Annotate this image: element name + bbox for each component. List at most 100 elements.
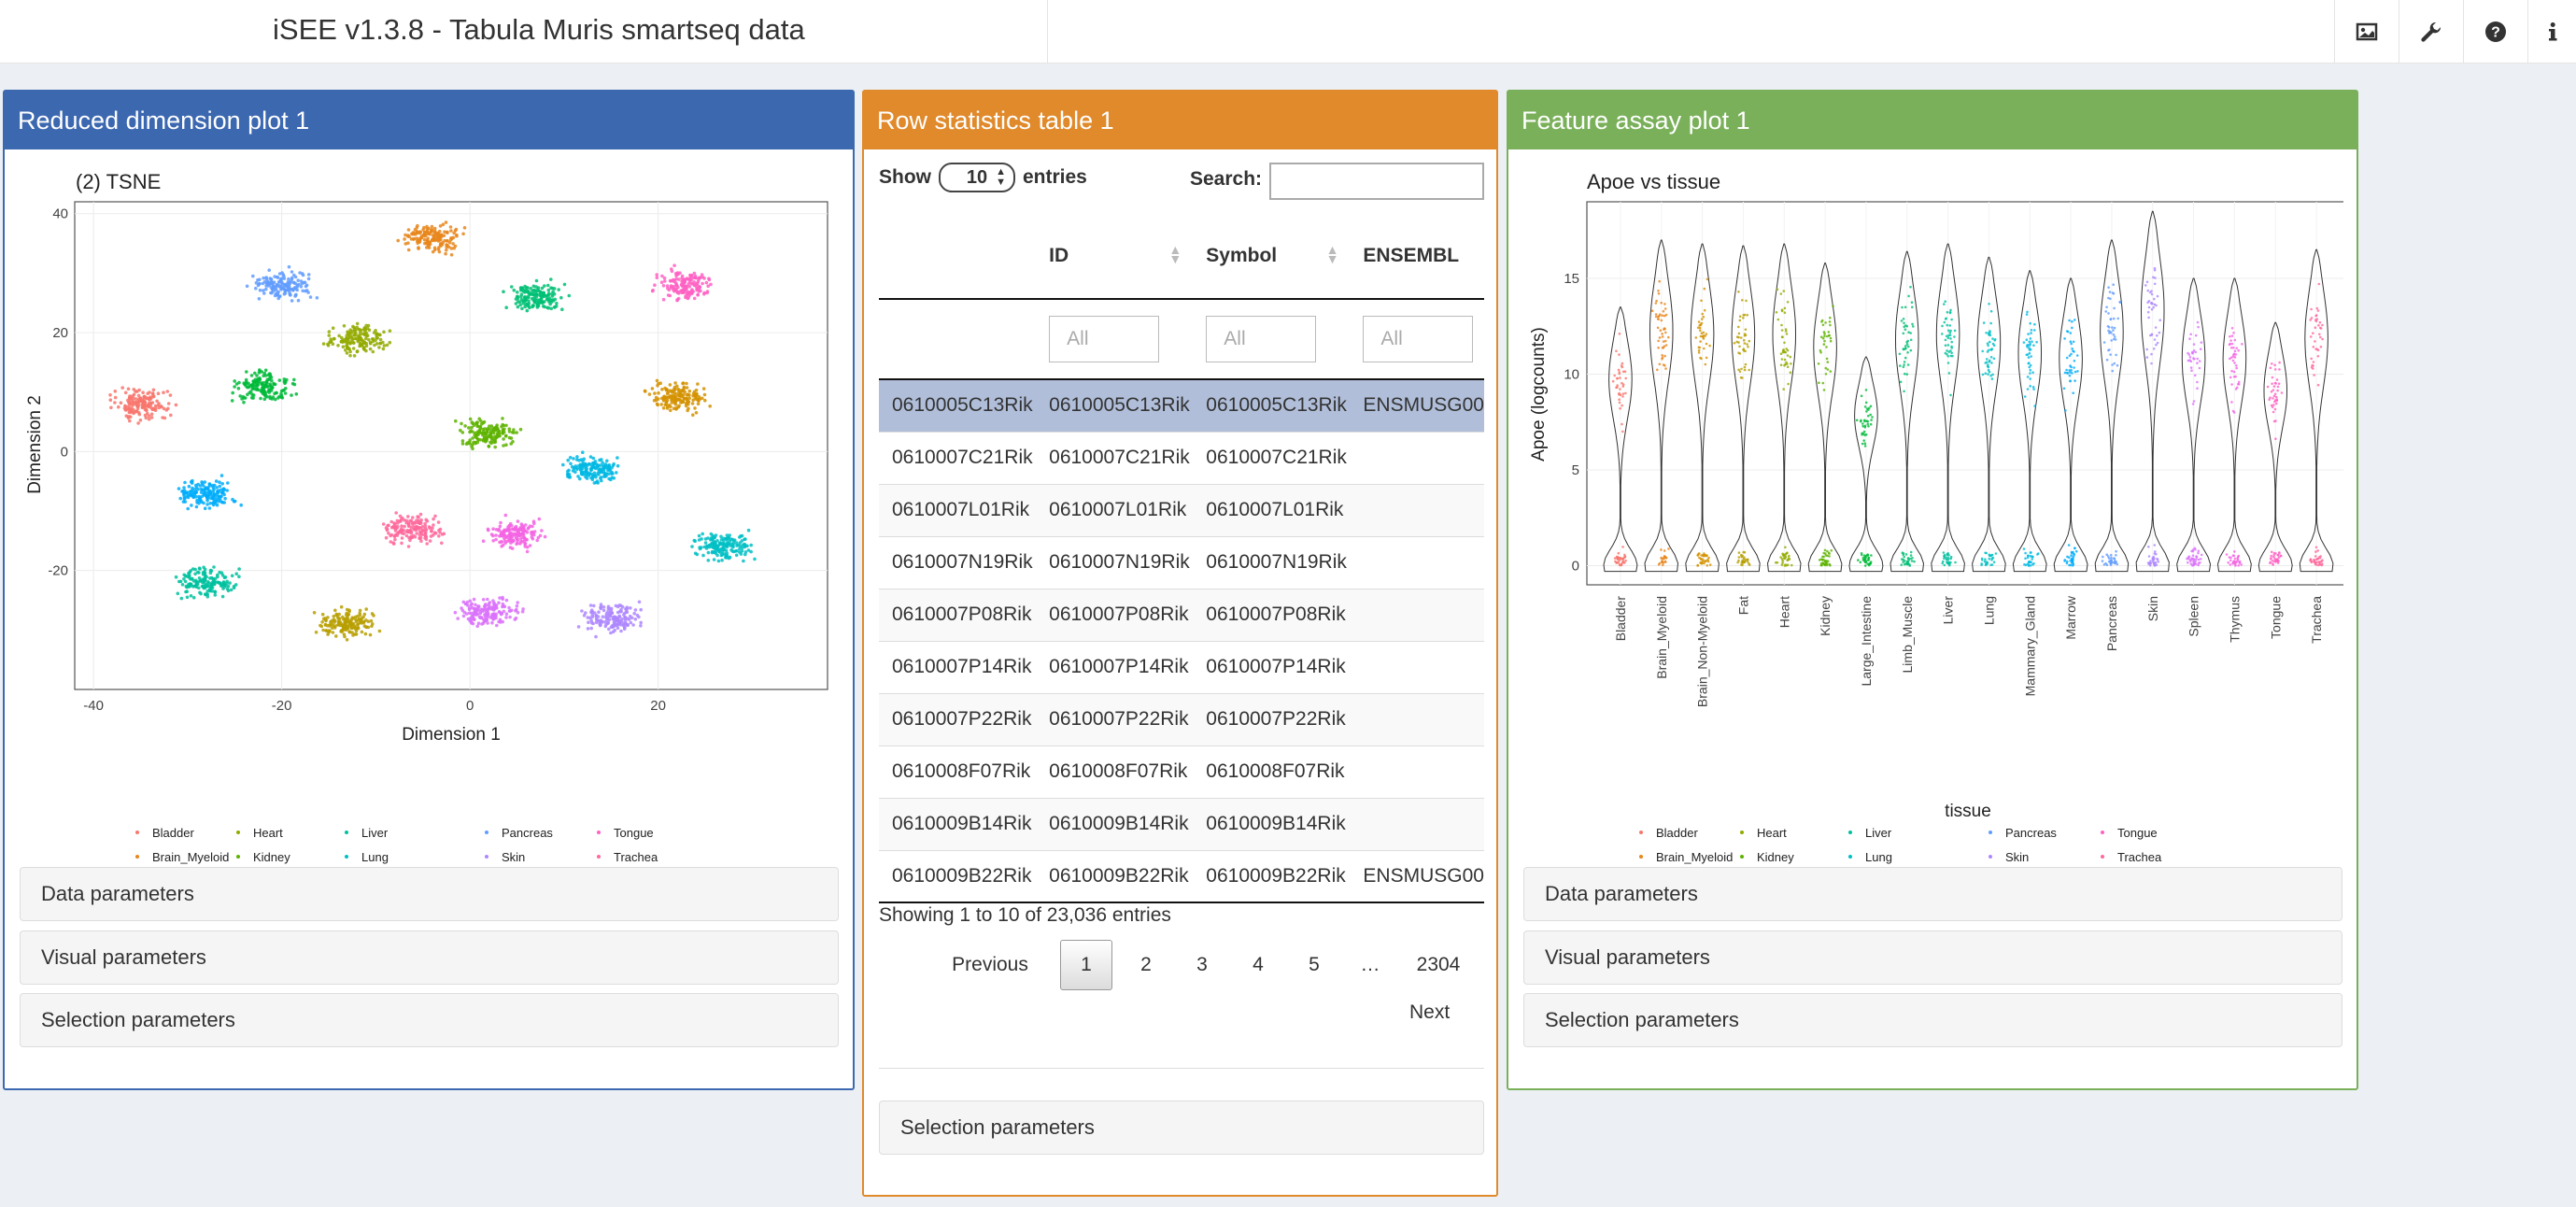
x-tick-label: Limb_Muscle <box>1900 596 1915 674</box>
x-tick-label: Mammary_Gland <box>2022 596 2037 696</box>
legend-label: Skin <box>502 850 525 864</box>
pagination-page-3[interactable]: 3 <box>1176 940 1228 990</box>
filter-input-symbol[interactable]: All <box>1206 316 1317 362</box>
column-header-ensembl[interactable]: ENSEMBL <box>1350 213 1484 299</box>
table-cell: 0610007N19Rik <box>1049 551 1190 573</box>
legend-label: Pancreas <box>2005 826 2057 840</box>
filter-input-id[interactable]: All <box>1049 316 1160 362</box>
question-circle-icon[interactable]: ? <box>2463 0 2526 64</box>
column-header-id[interactable]: ID ▲ ▼ <box>1036 213 1193 299</box>
pagination-page-1[interactable]: 1 <box>1060 940 1112 990</box>
table-row[interactable]: 0610007L01Rik 0610007L01Rik 0610007L01Rik <box>879 484 1484 536</box>
x-tick-label: 20 <box>650 698 666 714</box>
table-cell: 0610008F07Rik <box>1206 760 1345 782</box>
table-cell: 0610007P08Rik <box>1206 604 1346 625</box>
filter-cell-empty <box>879 299 1036 379</box>
legend-label: Tongue <box>614 826 654 840</box>
data-parameters-toggle[interactable]: Data parameters <box>20 867 839 921</box>
x-tick-label: Marrow <box>2063 595 2078 640</box>
table-cell: 0610007P14Rik <box>1206 656 1346 677</box>
pagination-page-2[interactable]: 2 <box>1120 940 1172 990</box>
y-tick-label: 5 <box>1572 462 1579 478</box>
legend-key <box>597 831 601 834</box>
table-row[interactable]: 0610007P08Rik 0610007P08Rik 0610007P08Rik <box>879 589 1484 641</box>
table-cell: 0610009B22Rik <box>1049 864 1189 887</box>
selection-parameters-toggle[interactable]: Selection parameters <box>20 993 839 1047</box>
legend-label: Bladder <box>152 826 194 840</box>
table-row[interactable]: 0610005C13Rik 0610005C13Rik 0610005C13Rik E… <box>879 379 1484 432</box>
pagination-previous[interactable]: Previous <box>948 940 1032 990</box>
table-row[interactable]: 0610007P22Rik 0610007P22Rik 0610007P22Rik <box>879 693 1484 746</box>
table-cell: 0610009B14Rik <box>1206 813 1346 834</box>
selection-parameters-toggle[interactable]: Selection parameters <box>879 1100 1484 1155</box>
visual-parameters-toggle[interactable]: Visual parameters <box>1523 930 2342 985</box>
legend-key <box>135 831 139 834</box>
panel-header: Feature assay plot 1 <box>1508 92 2357 149</box>
panel-title: Row statistics table 1 <box>877 106 1114 135</box>
entries-select[interactable]: 10 ▲ ▼ <box>939 163 1015 192</box>
table-cell: 0610007P22Rik <box>1049 708 1189 730</box>
legend-key <box>1989 831 1992 834</box>
row-name-cell: 0610009B22Rik <box>892 864 1032 887</box>
filter-input-ensembl[interactable]: All <box>1363 316 1474 362</box>
reduced-dimension-panel: Reduced dimension plot 1 (2) TSNE -40 -20… <box>3 90 855 1090</box>
plot-title: Apoe vs tissue <box>1587 170 1720 193</box>
row-name-cell: 0610007N19Rik <box>892 551 1033 573</box>
plot-area <box>74 201 828 690</box>
legend-label: Bladder <box>1656 826 1698 840</box>
filter-cell: All <box>1193 299 1350 379</box>
table-row[interactable]: 0610007C21Rik 0610007C21Rik 0610007C21Rik <box>879 432 1484 484</box>
legend-key <box>345 855 348 859</box>
feature-assay-panel: Feature assay plot 1 Apoe vs tissue 15 10… <box>1507 90 2358 1090</box>
pagination-page-last[interactable]: 2304 <box>1406 940 1471 990</box>
x-tick-label: Thymus <box>2227 596 2242 643</box>
info-icon[interactable] <box>2527 0 2576 64</box>
legend-key <box>236 855 240 859</box>
pagination-page-4[interactable]: 4 <box>1232 940 1284 990</box>
data-parameters-toggle[interactable]: Data parameters <box>1523 867 2342 921</box>
legend-label: Heart <box>1757 826 1787 840</box>
pagination-page-5[interactable]: 5 <box>1288 940 1340 990</box>
x-tick-label: Liver <box>1941 596 1956 625</box>
table-row[interactable]: 0610008F07Rik 0610008F07Rik 0610008F07Rik <box>879 746 1484 798</box>
x-tick-label: Large_Intestine <box>1859 596 1874 687</box>
panel-header: Reduced dimension plot 1 <box>5 92 853 149</box>
legend-label: Brain_Myeloid <box>1656 850 1733 864</box>
table-row[interactable]: 0610007N19Rik 0610007N19Rik 0610007N19Rik <box>879 536 1484 589</box>
column-header-symbol[interactable]: Symbol ▲ ▼ <box>1193 213 1350 299</box>
table-cell <box>1350 536 1484 589</box>
sort-icon: ▲ ▼ <box>1168 242 1182 266</box>
legend-label: Kidney <box>253 850 290 864</box>
table-row[interactable]: 0610009B22Rik 0610009B22Rik 0610009B22Rik E… <box>879 850 1484 902</box>
visual-parameters-toggle[interactable]: Visual parameters <box>20 930 839 985</box>
plot-area <box>1586 201 2343 586</box>
legend-label: Trachea <box>614 850 658 864</box>
filter-cell: All <box>1350 299 1484 379</box>
search-input[interactable] <box>1269 163 1484 200</box>
x-axis-label: tissue <box>1945 802 1991 821</box>
x-tick-label: Kidney <box>1818 596 1833 636</box>
row-name-header <box>879 213 1036 299</box>
x-tick-label: Brain_Non-Myeloid <box>1695 596 1710 707</box>
show-label: Show <box>879 166 931 188</box>
row-name-cell: 0610007P22Rik <box>892 708 1032 730</box>
legend-label: Lung <box>361 850 389 864</box>
table-row[interactable]: 0610009B14Rik 0610009B14Rik 0610009B14Rik <box>879 798 1484 850</box>
legend-key <box>2101 855 2104 859</box>
y-tick-label: 20 <box>52 325 68 341</box>
table-row[interactable]: 0610007P14Rik 0610007P14Rik 0610007P14Rik <box>879 641 1484 693</box>
x-tick-label: -20 <box>272 698 292 714</box>
row-statistics-panel: Row statistics table 1 Show 10 ▲ ▼ entrie… <box>862 90 1498 1197</box>
legend-key <box>485 831 488 834</box>
legend-label: Brain_Myeloid <box>152 850 229 864</box>
panel-title: Feature assay plot 1 <box>1522 106 1750 135</box>
legend-label: Trachea <box>2117 850 2162 864</box>
image-icon[interactable] <box>2334 0 2398 64</box>
wrench-icon[interactable] <box>2399 0 2462 64</box>
x-tick-label: Heart <box>1776 596 1791 628</box>
tsne-plot[interactable]: (2) TSNE -40 -20 0 20 40 20 0 -20 Dimension 1 D… <box>18 163 840 891</box>
table-cell: 0610005C13Rik <box>1049 394 1190 417</box>
violin-plot[interactable]: Apoe vs tissue 15 10 5 0 Bladder Brain_Myeloi… <box>1522 163 2343 891</box>
pagination-next[interactable]: Next <box>1409 1001 1450 1024</box>
selection-parameters-toggle[interactable]: Selection parameters <box>1523 993 2342 1047</box>
